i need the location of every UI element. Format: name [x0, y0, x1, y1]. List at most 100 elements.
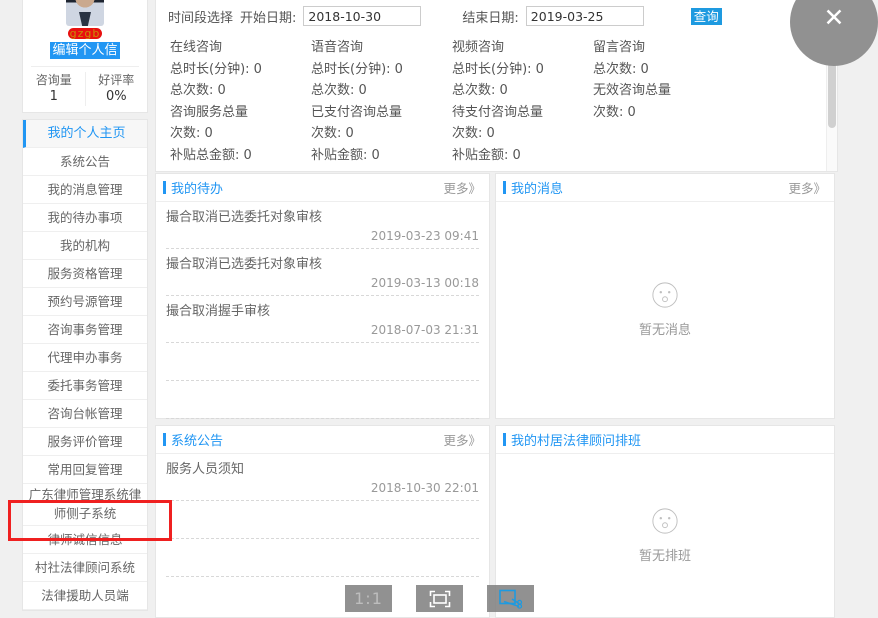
stat-praise-rate: 好评率 0% — [84, 72, 148, 106]
list-item-time: 2019-03-13 00:18 — [370, 276, 479, 290]
list-item-placeholder — [166, 501, 479, 539]
stat-line: 待支付咨询总量 — [452, 104, 544, 120]
announcements-panel-title: 系统公告 — [156, 430, 223, 449]
sidebar-item-15[interactable]: 村社法律顾问系统 — [23, 554, 147, 582]
sidebar-item-label: 广东律师管理系统律师侧子系统 — [28, 487, 142, 521]
query-button[interactable]: 查询 — [690, 7, 722, 25]
sidebar-item-11[interactable]: 服务评价管理 — [23, 428, 147, 456]
app-root: gzgb 编辑个人信 咨询量 1 好评率 0% 我的个人主页 系统公告 我的消息管理… — [0, 0, 878, 618]
todo-panel-title: 我的待办 — [156, 178, 223, 197]
messages-panel: 我的消息 更多》 暂无消息 — [495, 173, 835, 419]
schedule-empty-text: 暂无排班 — [638, 548, 691, 564]
list-item-time: 2019-03-23 09:41 — [370, 229, 479, 243]
todo-more-link[interactable]: 更多》 — [443, 178, 481, 197]
sidebar-item-12[interactable]: 常用回复管理 — [23, 456, 147, 484]
empty-face-icon — [652, 282, 678, 308]
list-item-title: 撮合取消已选委托对象审核 — [166, 210, 323, 225]
snip-icon — [498, 589, 522, 609]
close-icon: ✕ — [823, 2, 845, 32]
sidebar-item-4[interactable]: 我的机构 — [23, 232, 147, 260]
sidebar-item-2[interactable]: 我的消息管理 — [23, 176, 147, 204]
sidebar-item-label: 常用回复管理 — [47, 462, 123, 477]
end-date-input[interactable] — [525, 6, 644, 26]
messages-empty-state: 暂无消息 — [496, 201, 834, 418]
stat-label: 好评率 — [98, 73, 135, 87]
statistics-columns: 在线咨询 总时长(分钟): 0 总次数: 0 咨询服务总量 次数: 0 补贴总金额: 0语… — [156, 32, 837, 166]
announcements-panel-header: 系统公告 更多》 — [156, 426, 489, 454]
profile-card: gzgb 编辑个人信 咨询量 1 好评率 0% — [22, 0, 148, 113]
announcements-more-link[interactable]: 更多》 — [443, 430, 481, 449]
sidebar-item-label: 服务评价管理 — [47, 434, 123, 449]
statistics-panel: 时间段选择 开始日期: 结束日期: 查询 在线咨询总时长(分钟): 0 总次数: … — [155, 0, 838, 172]
sidebar-item-0[interactable]: 我的个人主页 — [23, 120, 147, 148]
stat-value: 1 — [49, 89, 58, 104]
sidebar-item-16[interactable]: 法律援助人员端 — [23, 582, 147, 610]
snip-button[interactable] — [487, 585, 534, 612]
stat-consult-count: 咨询量 1 — [23, 72, 85, 106]
empty-face-icon — [652, 507, 678, 534]
list-item[interactable]: 撮合取消已选委托对象审核 2019-03-23 09:41 — [166, 202, 479, 249]
stat-line: 在线咨询 — [170, 40, 223, 55]
list-item-placeholder — [166, 381, 479, 419]
stat-value: 0% — [105, 89, 127, 104]
list-item[interactable]: 服务人员须知 2018-10-30 22:01 — [166, 454, 479, 501]
sidebar-item-label: 代理申办事务 — [47, 350, 123, 365]
schedule-panel-header: 我的村居法律顾问排班 — [496, 426, 834, 454]
list-item-placeholder — [166, 539, 479, 577]
stat-line: 总时长(分钟): 0 — [452, 61, 544, 77]
avatar-wrap — [23, 0, 147, 26]
user-name-row: gzgb — [23, 26, 147, 40]
stat-label: 咨询量 — [35, 73, 72, 87]
stat-line: 无效咨询总量 — [593, 83, 672, 98]
sidebar-item-5[interactable]: 服务资格管理 — [23, 260, 147, 288]
sidebar-item-label: 我的个人主页 — [47, 126, 126, 141]
stat-line: 次数: 0 — [311, 126, 354, 141]
sidebar-item-1[interactable]: 系统公告 — [23, 148, 147, 176]
todo-panel: 我的待办 更多》 撮合取消已选委托对象审核 2019-03-23 09:41 撮合取… — [155, 173, 490, 419]
stat-line: 咨询服务总量 — [170, 104, 249, 120]
stat-line: 总次数: 0 — [452, 83, 508, 98]
profile-stats: 咨询量 1 好评率 0% — [23, 72, 147, 106]
sidebar-item-label: 村社法律顾问系统 — [34, 560, 135, 575]
messages-panel-title: 我的消息 — [496, 178, 563, 197]
list-item-title: 撮合取消已选委托对象审核 — [166, 257, 323, 272]
schedule-panel: 我的村居法律顾问排班 暂无排班 — [495, 425, 835, 618]
sidebar-item-10[interactable]: 咨询台帐管理 — [23, 400, 147, 428]
stat-column-1: 语音咨询 总时长(分钟): 0 总次数: 0 已支付咨询总量 次数: 0 补贴金额: 0 — [311, 37, 452, 166]
sidebar-item-6[interactable]: 预约号源管理 — [23, 288, 147, 316]
list-item[interactable]: 撮合取消握手审核 2018-07-03 21:31 — [166, 296, 479, 343]
fullscreen-button[interactable] — [416, 585, 463, 612]
scale-1to1-label: 1:1 — [354, 589, 383, 608]
sidebar-item-14[interactable]: 律师诚信信息 — [23, 526, 147, 554]
sidebar-item-8[interactable]: 代理申办事务 — [23, 344, 147, 372]
todo-panel-header: 我的待办 更多》 — [156, 174, 489, 202]
stat-line: 语音咨询 — [311, 40, 364, 55]
scale-1to1-button[interactable]: 1:1 — [345, 585, 392, 612]
list-item[interactable]: 撮合取消已选委托对象审核 2019-03-13 00:18 — [166, 249, 479, 296]
stat-line: 补贴总金额: 0 — [170, 147, 252, 163]
profile-divider — [31, 66, 139, 67]
left-column: gzgb 编辑个人信 咨询量 1 好评率 0% 我的个人主页系统公告 我的消息管理… — [22, 0, 150, 611]
stat-line: 留言咨询 — [593, 40, 646, 55]
stat-line: 已支付咨询总量 — [311, 104, 403, 120]
sidebar-item-label: 预约号源管理 — [47, 294, 123, 309]
stat-line: 总时长(分钟): 0 — [170, 61, 262, 77]
edit-profile-button[interactable]: 编辑个人信 — [50, 42, 120, 59]
fullscreen-icon — [429, 590, 450, 607]
sidebar-item-3[interactable]: 我的待办事项 — [23, 204, 147, 232]
stat-line: 总时长(分钟): 0 — [311, 61, 403, 77]
stat-line: 次数: 0 — [593, 104, 636, 120]
sidebar-item-7[interactable]: 咨询事务管理 — [23, 316, 147, 344]
stat-column-2: 视频咨询 总时长(分钟): 0 总次数: 0 待支付咨询总量 次数: 0 补贴金额: 0 — [452, 37, 593, 166]
messages-more-link[interactable]: 更多》 — [788, 178, 826, 197]
sidebar-item-13[interactable]: 广东律师管理系统律师侧子系统 — [23, 484, 147, 526]
stat-column-0: 在线咨询 总时长(分钟): 0 总次数: 0 咨询服务总量 次数: 0 补贴总金额: 0 — [170, 37, 311, 166]
edit-profile-row: 编辑个人信 — [23, 42, 147, 59]
end-date-label: 结束日期: — [462, 10, 519, 26]
stat-line: 视频咨询 — [452, 40, 505, 55]
sidebar-item-9[interactable]: 委托事务管理 — [23, 372, 147, 400]
start-date-input[interactable] — [303, 6, 422, 26]
sidebar-item-label: 服务资格管理 — [47, 266, 123, 281]
stat-line: 总次数: 0 — [170, 83, 226, 98]
statistics-scroll: 时间段选择 开始日期: 结束日期: 查询 在线咨询总时长(分钟): 0 总次数: … — [156, 0, 837, 171]
